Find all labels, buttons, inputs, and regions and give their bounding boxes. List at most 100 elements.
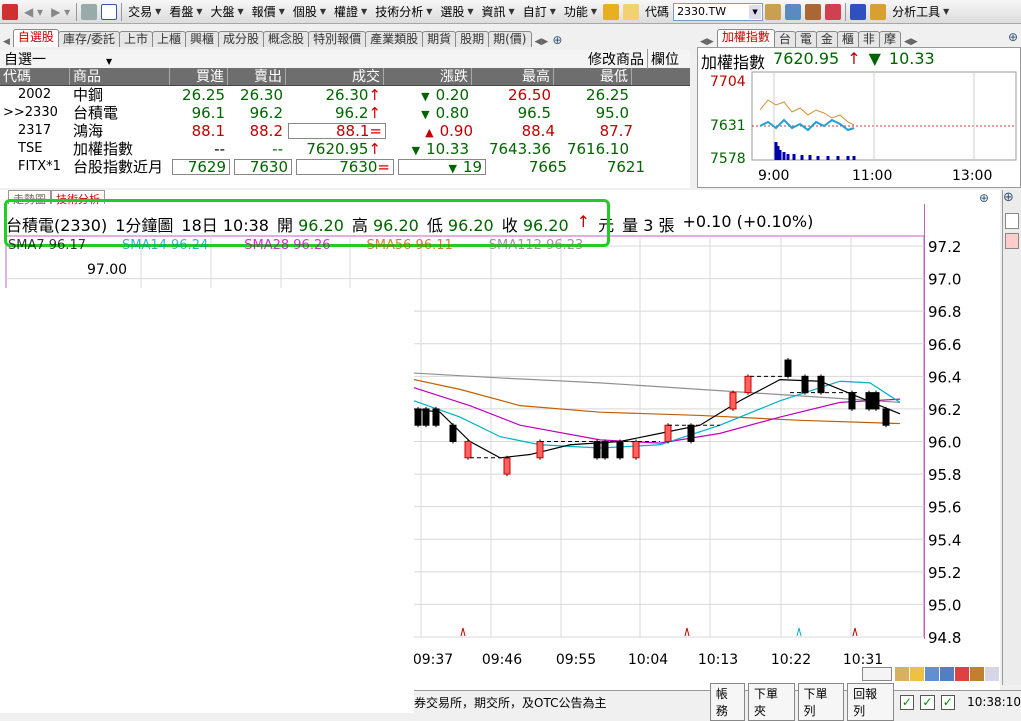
col-change[interactable]: 漲跌 [384,68,472,85]
tab-tw[interactable]: 台 [773,31,796,47]
grid-tool-icon[interactable] [925,667,939,681]
tab-taiex[interactable]: 加權指數 [716,29,775,47]
table-row[interactable]: FITX*1 台股指數近月 7629 7630 7630= ▼ 19 7665 7621 [0,158,690,176]
tab-nonfin[interactable]: 非 [857,31,880,47]
menu-analysis-tools[interactable]: 分析工具 ▼ [888,1,953,23]
check-tool-icon[interactable] [1005,233,1019,249]
col-bid[interactable]: 買進 [170,68,228,85]
cursor-icon[interactable] [850,3,867,20]
menu-technical[interactable]: 技術分析 ▼ [371,1,436,23]
col-high[interactable]: 最高 [472,68,554,85]
tab-scroll-left-icon[interactable]: ◀▶ [700,37,714,47]
line-tool-icon[interactable] [895,667,909,681]
menu-function[interactable]: 功能 ▼ [560,1,601,23]
tab-scroll-icon[interactable]: ◀▶ [535,37,549,47]
cell-ask: 26.30 [228,86,286,104]
tab-industry[interactable]: 產業類股 [365,31,424,47]
tab-msci[interactable]: 摩 [878,31,901,47]
check-icon[interactable]: ✓ [920,694,935,710]
status-message: 券交易所，期交所，及OTC公告為主 [414,695,607,710]
zoom-icon[interactable]: ⊕ [552,33,562,47]
menu-label: 技術分析 [375,5,424,19]
menu-info[interactable]: 資訊 ▼ [478,1,519,23]
col-last[interactable]: 成交 [286,68,384,85]
tab-listed[interactable]: 上市 [118,31,153,47]
ma-legend-item: SMA56 96.11 [366,238,453,253]
candle [882,408,890,426]
search-icon[interactable] [785,3,802,20]
tab-watchlist[interactable]: 自選股 [12,29,59,47]
zoom-icon[interactable]: ⊕ [1008,30,1018,44]
menu-watch[interactable]: 看盤 ▼ [165,1,206,23]
table-row[interactable]: 2317 鴻海 88.1 88.2 88.1= ▲ 0.90 88.4 87.7 [0,122,690,140]
print-icon[interactable] [81,3,98,20]
cell-value: 鴻海 [73,122,104,140]
report-bar-button[interactable]: 回報列 [847,683,894,721]
order-folder-button[interactable]: 下單夾 [747,683,795,721]
popup-icon[interactable] [101,3,118,20]
account-button[interactable]: 帳務 [709,683,745,721]
col-ask[interactable]: 賣出 [228,68,286,85]
tools-icon[interactable] [765,3,782,20]
menu-stock[interactable]: 個股 ▼ [289,1,330,23]
tab-otc[interactable]: 上櫃 [152,31,187,47]
check-icon[interactable]: ✓ [940,694,956,710]
tab-otc-index[interactable]: 櫃 [836,31,859,47]
list-selector[interactable]: 自選一 ▼ [0,49,170,69]
analysis-icon[interactable] [870,3,887,20]
order-bar-button[interactable]: 下單列 [797,683,845,721]
table-row[interactable]: 2002 中鋼 26.25 26.30 26.30↑ ▼ 0.20 26.50 26.25 [0,86,690,104]
candle [632,441,640,459]
tab-scroll-left-icon[interactable]: ◀ [3,37,10,47]
notepad-icon[interactable] [623,3,640,20]
shape-tool-icon[interactable] [910,667,924,681]
tab-scroll-right-icon[interactable]: ◀▶ [904,37,918,47]
columns-button[interactable]: 欄位 [648,49,679,69]
chevron-down-icon[interactable]: ▼ [749,4,762,19]
y-tick-label: 95.4 [928,531,961,549]
table-row[interactable]: TSE 加權指數 -- -- 7620.95↑ ▼ 10.33 7643.36 7616.10 [0,140,690,158]
menu-warrant[interactable]: 權證 ▼ [330,1,371,23]
cell-high: 7665 [488,158,570,176]
table-row[interactable]: >>2330 台積電 96.1 96.2 96.2↑ ▼ 0.80 96.5 95.0 [0,104,690,122]
bar-chart-icon[interactable] [970,667,984,681]
tab-special[interactable]: 特別報價 [308,31,367,47]
col-name[interactable]: 商品 [70,68,170,85]
candle [744,375,752,394]
menu-market[interactable]: 大盤 ▼ [207,1,248,23]
menu-quote[interactable]: 報價 ▼ [248,1,289,23]
tab-futures[interactable]: 期貨 [422,31,457,47]
tab-options[interactable]: 期(價) [488,31,532,47]
cell-low: 95.0 [554,104,632,122]
tab-stock-futures[interactable]: 股期 [455,31,490,47]
lightning-icon[interactable] [603,3,620,20]
menu-screener[interactable]: 選股 ▼ [436,1,477,23]
tab-inventory[interactable]: 庫存/委託 [57,31,120,47]
tab-concept[interactable]: 概念股 [263,31,310,47]
col-low[interactable]: 最低 [554,68,632,85]
alert-icon[interactable] [825,3,842,20]
tab-elec[interactable]: 電 [794,31,817,47]
chart-scrollbar[interactable] [862,667,892,681]
scissors-icon[interactable] [805,3,822,20]
select-tool-icon[interactable] [940,667,954,681]
code-input[interactable]: 2330.TW ▼ [673,2,764,21]
forward-icon[interactable]: ▶ ▾ [47,1,74,23]
undo-icon[interactable] [955,667,969,681]
change-arrow-icon: ▼ [448,162,457,175]
draw-tool-icon[interactable] [1005,213,1019,229]
col-code[interactable]: 代碼 [0,68,70,85]
tab-fin[interactable]: 金 [815,31,838,47]
home-icon[interactable] [2,3,18,20]
expand-icon[interactable] [985,667,999,681]
back-icon[interactable]: ◀ ▾ [20,1,47,23]
modify-products-button[interactable]: 修改商品 [588,49,648,69]
tab-emerging[interactable]: 興櫃 [185,31,220,47]
tab-components[interactable]: 成分股 [218,31,265,47]
check-icon[interactable]: ✓ [899,694,915,710]
menu-trade[interactable]: 交易 ▼ [124,1,165,23]
cell-value: 96.5 [517,104,551,122]
cell-last: 26.30↑ [286,86,384,104]
menu-custom[interactable]: 自訂 ▼ [519,1,560,23]
zoom-icon[interactable]: ⊕ [1003,190,1021,205]
